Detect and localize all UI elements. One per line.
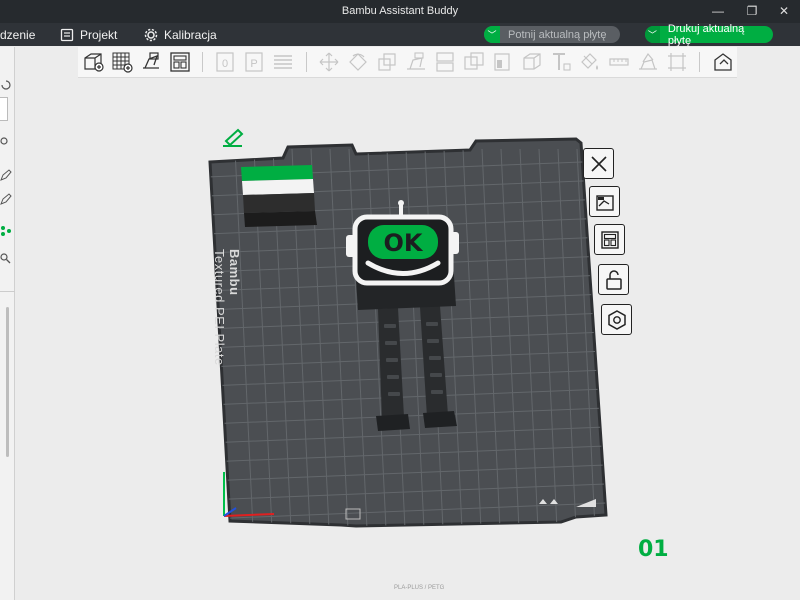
- edit-icon[interactable]: [0, 193, 12, 205]
- plate-scene: OK: [208, 128, 608, 528]
- tab-calibration-label: Kalibracja: [164, 27, 217, 42]
- arrange-plate-icon: [600, 230, 619, 249]
- tab-project[interactable]: Projekt: [60, 23, 117, 46]
- assembly-icon[interactable]: [636, 50, 660, 74]
- layers-icon[interactable]: [271, 50, 295, 74]
- lay-on-face-icon[interactable]: [404, 50, 428, 74]
- left-sidebar: [0, 47, 15, 600]
- plate-p-icon[interactable]: P: [242, 50, 266, 74]
- calibration-icon: [144, 28, 158, 41]
- add-cube-icon[interactable]: [81, 50, 105, 74]
- tab-device-label: dzenie: [0, 27, 36, 42]
- plate-0-icon[interactable]: 0: [213, 50, 237, 74]
- print-plate-button[interactable]: ﹀ Drukuj aktualną płytę: [645, 23, 773, 47]
- print-dropdown-icon[interactable]: ﹀: [645, 26, 660, 43]
- edit-icon[interactable]: [0, 169, 12, 181]
- close-plate-button[interactable]: [583, 148, 614, 179]
- tab-calibration[interactable]: Kalibracja: [144, 23, 217, 46]
- arrange-plate-button[interactable]: [594, 224, 625, 255]
- search-icon[interactable]: [0, 252, 12, 264]
- window-title: Bambu Assistant Buddy: [341, 5, 459, 17]
- split-icon[interactable]: [433, 50, 457, 74]
- auto-orient-icon[interactable]: [139, 50, 163, 74]
- sidebar-scrollbar[interactable]: [6, 307, 9, 457]
- boolean-icon[interactable]: [462, 50, 486, 74]
- lock-plate-icon: [605, 269, 622, 290]
- plate-type-label: Bambu Textured PEI Plate: [212, 249, 242, 429]
- sidebar-field[interactable]: [0, 97, 8, 121]
- undo-icon[interactable]: [711, 50, 735, 74]
- scale-icon[interactable]: [375, 50, 399, 74]
- slice-plate-button[interactable]: ﹀ Potnij aktualną płytę: [484, 26, 620, 43]
- toolbar-divider: [305, 52, 307, 72]
- slice-plate-label: Potnij aktualną płytę: [508, 28, 607, 41]
- main-toolbar: 0 P: [78, 47, 737, 78]
- cut-icon[interactable]: [491, 50, 515, 74]
- measure-icon[interactable]: [607, 50, 631, 74]
- plate-number: 01: [638, 537, 669, 562]
- toolbar-divider: [202, 52, 203, 72]
- rotate-icon[interactable]: [346, 50, 370, 74]
- settings-icon[interactable]: [0, 135, 12, 147]
- toolbar-divider: [699, 52, 701, 72]
- slice-dropdown-icon[interactable]: ﹀: [484, 26, 500, 43]
- text-icon[interactable]: [549, 50, 573, 74]
- plate-settings-button[interactable]: [601, 304, 632, 335]
- plate-filament-text: PLA-PLUS / PETG: [394, 585, 445, 591]
- filament-icon[interactable]: [0, 225, 12, 237]
- paint-icon[interactable]: [578, 50, 602, 74]
- print-plate-label: Drukuj aktualną płytę: [667, 22, 745, 47]
- close-plate-icon: [590, 155, 607, 172]
- minimize-button[interactable]: —: [702, 0, 734, 23]
- tab-device[interactable]: dzenie: [0, 23, 35, 46]
- refresh-icon[interactable]: [0, 79, 12, 91]
- plate-brand-text: Bambu: [227, 249, 242, 296]
- close-button[interactable]: ✕: [768, 0, 800, 23]
- plate-settings-icon: [607, 309, 626, 330]
- project-icon: [60, 28, 74, 41]
- move-icon[interactable]: [317, 50, 341, 74]
- auto-orient-plate-button[interactable]: [589, 186, 620, 217]
- lock-plate-button[interactable]: [598, 264, 629, 295]
- grid-add-icon[interactable]: [110, 50, 134, 74]
- sidebar-divider: [0, 291, 15, 292]
- title-bar: Bambu Assistant Buddy — ❐ ✕: [0, 0, 800, 23]
- arrange-icon[interactable]: [168, 50, 192, 74]
- restore-button[interactable]: ❐: [736, 0, 768, 23]
- svg-text:0: 0: [222, 58, 228, 70]
- tab-project-label: Projekt: [80, 27, 118, 42]
- plate-type-text: Textured PEI Plate: [212, 249, 227, 366]
- edit-plate-icon[interactable]: [223, 128, 244, 147]
- 3d-viewport[interactable]: OK Bambu Textured PEI Plate PLA-PLUS / P…: [16, 79, 800, 600]
- fit-icon[interactable]: [665, 50, 689, 74]
- svg-text:P: P: [251, 58, 258, 70]
- mesh-icon[interactable]: [520, 50, 544, 74]
- auto-orient-plate-icon: [595, 194, 614, 211]
- menu-bar: dzenie Projekt Kalibracja ﹀ Potnij aktua…: [0, 23, 800, 47]
- filament-swatch: [241, 165, 317, 227]
- robot-face-text: OK: [384, 229, 424, 257]
